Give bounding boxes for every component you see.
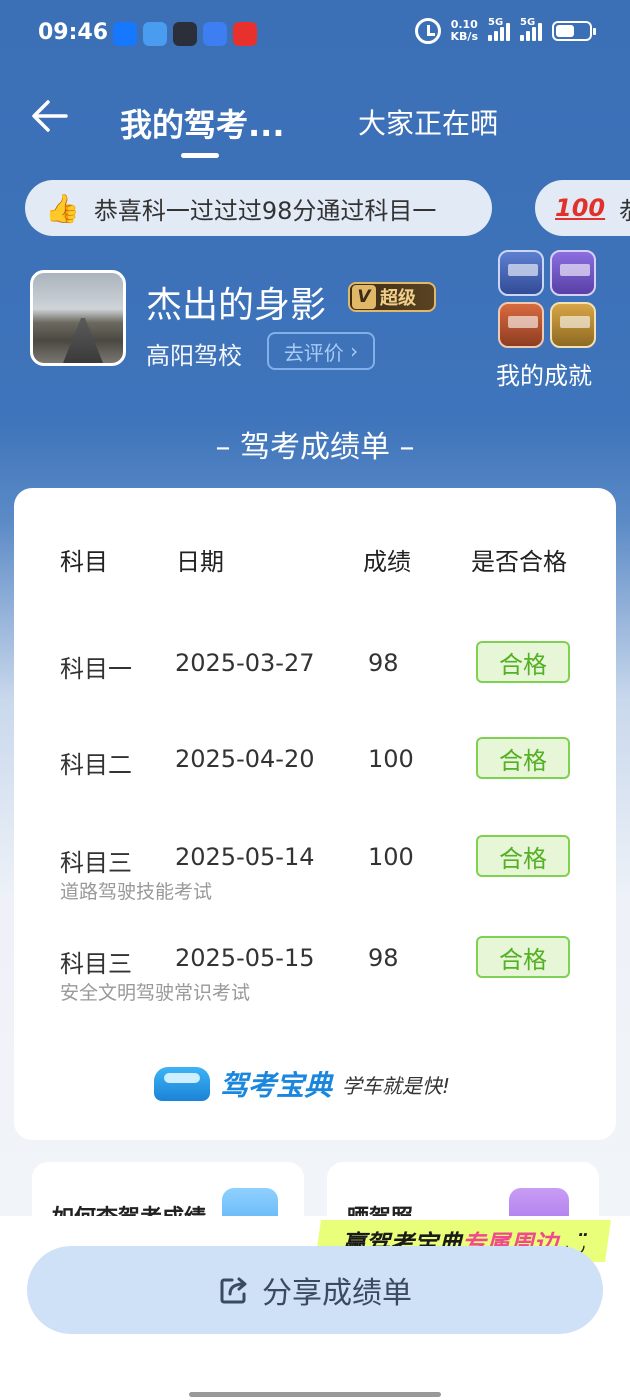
pass-badge: 合格 — [476, 835, 570, 877]
header-subject: 科目 — [60, 548, 108, 576]
share-icon — [220, 1277, 247, 1304]
thumbs-up-icon: 👍 — [45, 191, 80, 225]
pass-badge: 合格 — [476, 641, 570, 683]
player-icon — [173, 22, 197, 46]
share-button[interactable]: 分享成绩单 — [27, 1246, 603, 1334]
header-score: 成绩 — [363, 548, 411, 576]
battery-icon — [552, 21, 596, 41]
achievements-label: 我的成就 — [496, 362, 592, 390]
vivo-icon — [203, 22, 227, 46]
achievement-badge-icon — [498, 250, 544, 296]
table-row: 科目三 2025-05-14 100 合格 道路驾驶技能考试 — [14, 835, 616, 903]
home-indicator[interactable] — [189, 1392, 441, 1397]
car-icon — [154, 1067, 210, 1101]
rate-button[interactable]: 去评价 › — [267, 332, 375, 370]
pass-badge: 合格 — [476, 737, 570, 779]
back-arrow-icon[interactable] — [30, 96, 70, 136]
status-bar: 09:46 0.10 KB/s 5G 5G — [0, 0, 630, 66]
table-row: 科目三 2025-05-15 98 合格 安全文明驾驶常识考试 — [14, 936, 616, 1004]
signal-icon-2: 5G — [520, 17, 542, 41]
achievement-badge-icon — [550, 250, 596, 296]
ticker-item[interactable]: 👍 恭喜科一过过过98分通过科目一 — [25, 180, 492, 236]
score-card: 科目 日期 成绩 是否合格 科目一 2025-03-27 98 合格 科目二 2… — [14, 488, 616, 1140]
sheet-title: – 驾考成绩单 – — [215, 430, 415, 465]
ticker-item[interactable]: 100 恭 — [535, 180, 630, 236]
header-pass: 是否合格 — [471, 548, 567, 576]
header-date: 日期 — [176, 548, 224, 576]
exam-note: 道路驾驶技能考试 — [60, 881, 213, 903]
alarm-icon — [414, 18, 441, 44]
signal-icon: 5G — [488, 17, 510, 41]
tab-everyone-sharing[interactable]: 大家正在晒 — [358, 102, 498, 142]
driving-school: 高阳驾校 — [146, 342, 242, 370]
congrats-ticker: 👍 恭喜科一过过过98分通过科目一 100 恭 — [0, 180, 630, 236]
brand-logo: 驾考宝典 学车就是快! — [154, 1064, 450, 1104]
network-speed: 0.10 KB/s — [450, 18, 478, 43]
achievement-badge-icon — [498, 302, 544, 348]
video-icon — [233, 22, 257, 46]
status-time: 09:46 — [38, 20, 109, 45]
achievements[interactable]: 我的成就 — [496, 250, 606, 391]
hundred-points-icon: 100 — [555, 194, 606, 222]
tab-indicator — [181, 153, 219, 158]
table-row: 科目一 2025-03-27 98 合格 — [14, 641, 616, 701]
table-row: 科目二 2025-04-20 100 合格 — [14, 737, 616, 797]
top-nav: 我的驾考... 大家正在晒 — [0, 80, 630, 170]
chevron-right-icon: › — [343, 339, 359, 363]
app-icon — [143, 22, 167, 46]
v-icon: V — [352, 285, 376, 309]
avatar[interactable] — [30, 270, 126, 366]
achievement-badge-icon — [550, 302, 596, 348]
tab-my-exam[interactable]: 我的驾考... — [120, 100, 284, 146]
status-app-icons — [113, 22, 257, 46]
profile-section: 杰出的身影 V 超级 高阳驾校 去评价 › 我的成就 — [0, 250, 630, 390]
pass-badge: 合格 — [476, 936, 570, 978]
alipay-icon — [113, 22, 137, 46]
user-name: 杰出的身影 — [146, 285, 327, 326]
vip-badge[interactable]: V 超级 — [348, 282, 436, 312]
exam-note: 安全文明驾驶常识考试 — [60, 982, 251, 1004]
